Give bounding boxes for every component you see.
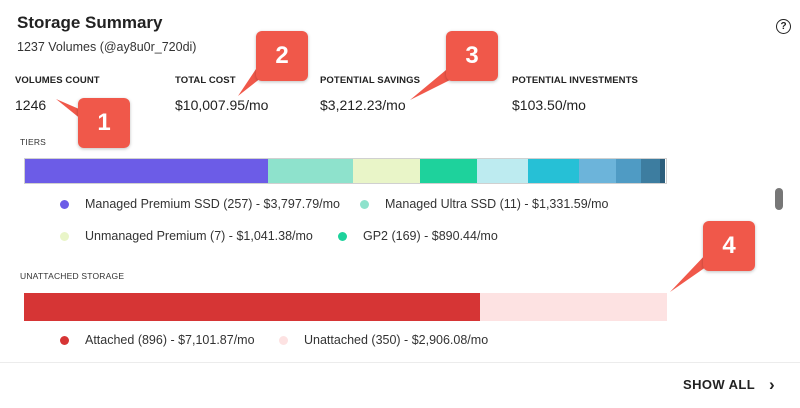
unattached-storage-bar[interactable] bbox=[24, 293, 667, 321]
legend-label: Unmanaged Premium (7) - $1,041.38/mo bbox=[85, 229, 313, 243]
legend-label: Managed Ultra SSD (11) - $1,331.59/mo bbox=[385, 197, 609, 211]
tiers-label: TIERS bbox=[20, 137, 47, 147]
scrollbar-thumb[interactable] bbox=[775, 188, 783, 210]
tier-segment-9[interactable] bbox=[640, 159, 661, 183]
tier-segment-3[interactable] bbox=[353, 159, 420, 183]
unattached-storage-label: UNATTACHED STORAGE bbox=[20, 271, 125, 281]
unattached-segment-1[interactable] bbox=[24, 293, 481, 321]
tier-segment-2[interactable] bbox=[267, 159, 354, 183]
legend-label: Attached (896) - $7,101.87/mo bbox=[85, 333, 255, 347]
legend-item-tier[interactable]: GP2 (169) - $890.44/mo bbox=[338, 229, 498, 243]
tier-segment-10[interactable] bbox=[660, 159, 665, 183]
metric-label-total-cost: TOTAL COST bbox=[175, 75, 236, 86]
legend-item-unattached[interactable]: Unattached (350) - $2,906.08/mo bbox=[279, 333, 488, 347]
metric-label-potential-investments: POTENTIAL INVESTMENTS bbox=[512, 75, 638, 86]
tier-segment-7[interactable] bbox=[578, 159, 616, 183]
legend-dot-icon bbox=[360, 199, 369, 209]
footer-divider bbox=[0, 362, 800, 363]
legend-label: Managed Premium SSD (257) - $3,797.79/mo bbox=[85, 197, 340, 211]
tier-segment-1[interactable] bbox=[25, 159, 268, 183]
tier-segment-6[interactable] bbox=[527, 159, 579, 183]
annotation-badge-2: 2 bbox=[256, 31, 308, 81]
metric-label-volumes-count: VOLUMES COUNT bbox=[15, 75, 100, 86]
tier-segment-8[interactable] bbox=[615, 159, 641, 183]
chevron-right-icon: › bbox=[769, 375, 776, 394]
unattached-segment-2[interactable] bbox=[480, 293, 667, 321]
legend-item-tier[interactable]: Managed Ultra SSD (11) - $1,331.59/mo bbox=[360, 197, 609, 211]
metric-value-potential-investments: $103.50/mo bbox=[512, 97, 586, 113]
legend-item-attached[interactable]: Attached (896) - $7,101.87/mo bbox=[60, 333, 255, 347]
legend-dot-icon bbox=[60, 231, 69, 241]
show-all-button[interactable]: SHOW ALL › bbox=[683, 376, 775, 393]
annotation-badge-3: 3 bbox=[446, 31, 498, 81]
legend-dot-icon bbox=[60, 335, 69, 345]
card-title: Storage Summary bbox=[17, 13, 163, 32]
legend-dot-icon bbox=[60, 199, 69, 209]
metric-value-potential-savings: $3,212.23/mo bbox=[320, 97, 406, 113]
legend-item-tier[interactable]: Managed Premium SSD (257) - $3,797.79/mo bbox=[60, 197, 340, 211]
legend-dot-icon bbox=[279, 335, 288, 345]
tiers-bar[interactable] bbox=[24, 158, 667, 184]
legend-label: Unattached (350) - $2,906.08/mo bbox=[304, 333, 489, 347]
tier-segment-4[interactable] bbox=[419, 159, 477, 183]
card-subtitle: 1237 Volumes (@ay8u0r_720di) bbox=[17, 40, 197, 54]
metric-label-potential-savings: POTENTIAL SAVINGS bbox=[320, 75, 421, 86]
legend-label: GP2 (169) - $890.44/mo bbox=[363, 229, 498, 243]
show-all-label: SHOW ALL bbox=[683, 377, 756, 392]
metric-value-volumes-count: 1246 bbox=[15, 97, 47, 113]
metric-value-total-cost: $10,007.95/mo bbox=[175, 97, 269, 113]
annotation-badge-4: 4 bbox=[703, 221, 755, 271]
tier-segment-5[interactable] bbox=[476, 159, 528, 183]
storage-summary-card: Storage Summary 1237 Volumes (@ay8u0r_72… bbox=[0, 0, 800, 408]
help-icon[interactable]: ? bbox=[776, 19, 791, 34]
legend-item-tier[interactable]: Unmanaged Premium (7) - $1,041.38/mo bbox=[60, 229, 313, 243]
legend-dot-icon bbox=[338, 231, 347, 241]
annotation-badge-1: 1 bbox=[78, 98, 130, 148]
